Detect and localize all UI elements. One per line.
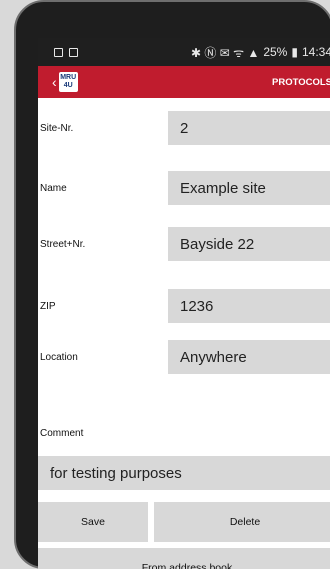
location-label: Location bbox=[40, 351, 78, 363]
save-button[interactable]: Save bbox=[38, 502, 148, 542]
home-brand-button[interactable]: ‹ MRU 4U bbox=[52, 72, 78, 92]
comment-field[interactable] bbox=[38, 456, 330, 490]
street-row: Street+Nr. bbox=[38, 227, 330, 261]
name-field[interactable] bbox=[168, 171, 330, 205]
status-bar: ✱ Ⓝ ✉ ᯤ ▲ 25% ▮ 14:34 bbox=[38, 38, 330, 66]
clock: 14:34 bbox=[301, 45, 330, 59]
zip-field[interactable] bbox=[168, 289, 330, 323]
location-row: Location bbox=[38, 340, 330, 374]
street-label: Street+Nr. bbox=[40, 238, 86, 250]
image-notification-icon bbox=[69, 47, 78, 57]
name-row: Name bbox=[38, 171, 330, 205]
comment-label: Comment bbox=[40, 428, 84, 439]
app-logo: MRU 4U bbox=[58, 72, 78, 92]
screen: ✱ Ⓝ ✉ ᯤ ▲ 25% ▮ 14:34 ‹ MRU 4U PROTOCOLS… bbox=[38, 38, 330, 569]
site-nr-field[interactable] bbox=[168, 111, 330, 145]
status-right: ✱ Ⓝ ✉ ᯤ ▲ 25% ▮ 14:34 bbox=[191, 44, 330, 61]
screenshot-notification-icon bbox=[54, 47, 63, 57]
zip-label: ZIP bbox=[40, 300, 56, 312]
battery-level: 25% bbox=[263, 45, 288, 59]
phone-frame: ✱ Ⓝ ✉ ᯤ ▲ 25% ▮ 14:34 ‹ MRU 4U PROTOCOLS… bbox=[14, 0, 330, 569]
back-chevron-icon: ‹ bbox=[52, 74, 57, 90]
status-icons: ✱ Ⓝ ✉ ᯤ ▲ bbox=[191, 45, 260, 60]
from-address-book-button[interactable]: From address book bbox=[38, 548, 330, 569]
street-field[interactable] bbox=[168, 227, 330, 261]
delete-button[interactable]: Delete bbox=[154, 502, 330, 542]
protocols-link[interactable]: PROTOCOLS bbox=[272, 77, 330, 88]
name-label: Name bbox=[40, 182, 67, 194]
site-nr-label: Site-Nr. bbox=[40, 122, 74, 134]
logo-line2: 4U bbox=[63, 82, 73, 89]
app-bar: ‹ MRU 4U PROTOCOLS bbox=[38, 66, 330, 98]
logo-line1: MRU bbox=[60, 74, 77, 81]
zip-row: ZIP bbox=[38, 289, 330, 323]
location-field[interactable] bbox=[168, 340, 330, 374]
battery-icon: ▮ bbox=[291, 45, 298, 59]
site-nr-row: Site-Nr. bbox=[38, 111, 330, 145]
status-left bbox=[54, 47, 78, 57]
